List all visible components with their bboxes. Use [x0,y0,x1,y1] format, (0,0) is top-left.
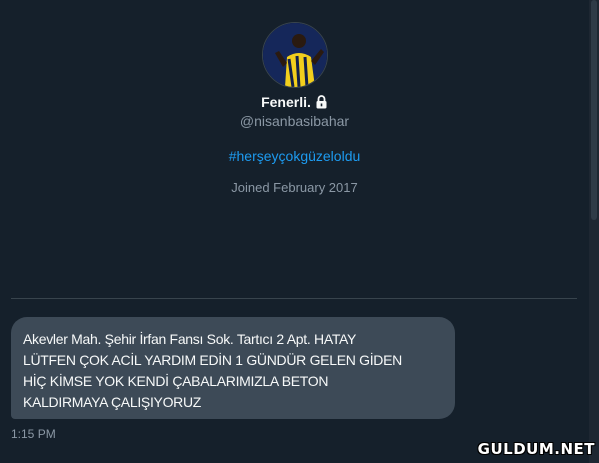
divider [11,298,577,299]
watermark-logo: GULDUM.NET [477,440,595,458]
user-handle: @nisanbasibahar [239,113,350,129]
message-line: Akevler Mah. Şehir İrfan Fansı Sok. Tart… [23,331,357,347]
bio-hashtag-link[interactable]: #herşeyçokgüzeloldu [229,148,361,164]
avatar[interactable] [261,22,328,88]
scrollbar-track[interactable] [589,0,599,463]
message-line: KALDIRMAYA ÇALIŞIYORUZ [23,394,202,410]
joined-date: Joined February 2017 [231,180,358,195]
message-line: HİÇ KİMSE YOK KENDİ ÇABALARIMIZLA BETON [23,373,329,389]
name-row: Fenerli. [261,92,328,112]
avatar-image [262,23,327,87]
profile-header: Fenerli. @nisanbasibahar #herşeyçokgüzel… [0,0,589,195]
message-bubble[interactable]: Akevler Mah. Şehir İrfan Fansı Sok. Tart… [11,317,455,419]
display-name[interactable]: Fenerli. [261,94,311,110]
scrollbar-thumb[interactable] [591,0,597,220]
message-timestamp: 1:15 PM [11,427,56,441]
lock-icon [315,95,328,109]
message-line: LÜTFEN ÇOK ACİL YARDIM EDİN 1 GÜNDÜR GEL… [23,352,402,368]
